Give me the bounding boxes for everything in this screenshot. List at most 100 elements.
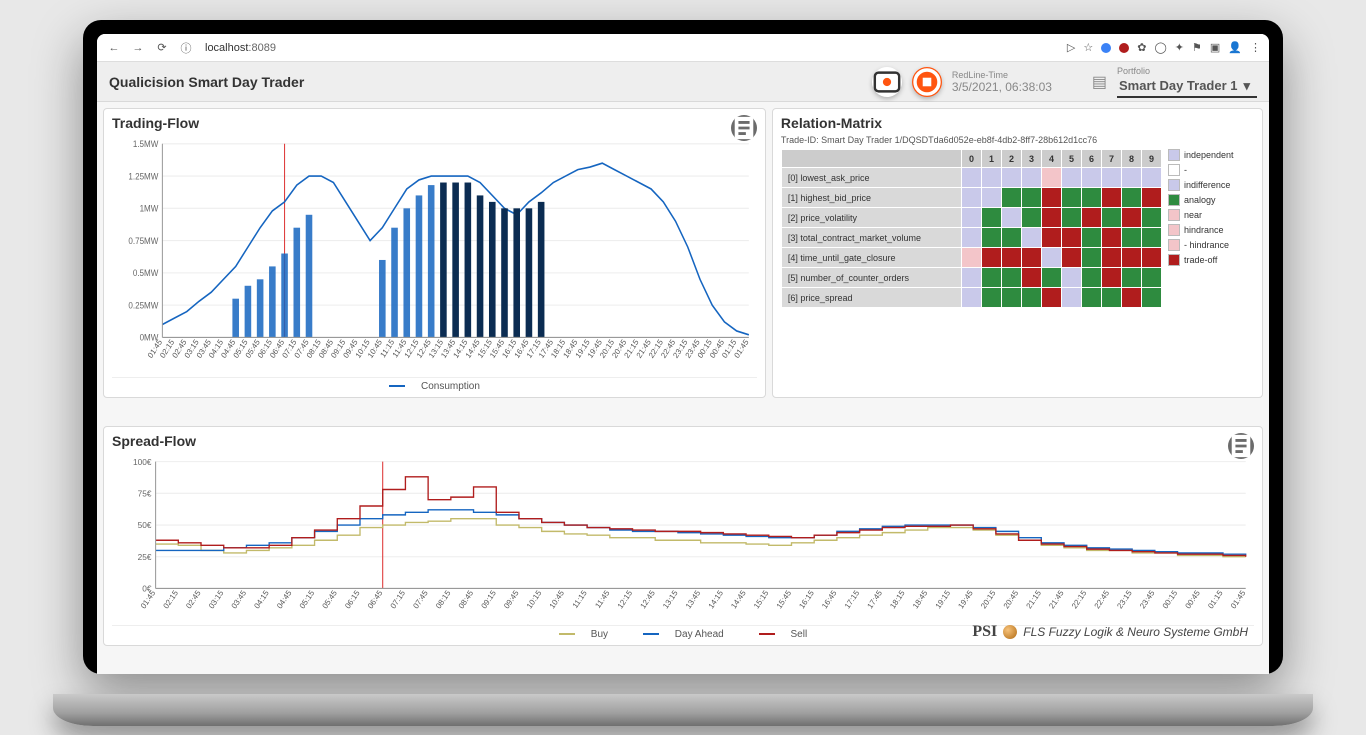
matrix-cell[interactable] (1022, 248, 1042, 268)
calendar-icon[interactable]: ▤ (1092, 72, 1107, 92)
matrix-cell[interactable] (1122, 248, 1142, 268)
matrix-cell[interactable] (962, 268, 982, 288)
matrix-cell[interactable] (1062, 268, 1082, 288)
svg-text:14:45: 14:45 (729, 588, 748, 610)
extension-flag-icon[interactable]: ⚑ (1192, 41, 1202, 54)
matrix-cell[interactable] (1142, 268, 1162, 288)
matrix-cell[interactable] (1142, 228, 1162, 248)
matrix-cell[interactable] (1022, 168, 1042, 188)
back-button[interactable]: ← (105, 39, 123, 57)
portfolio-select[interactable]: Smart Day Trader 1 ▾ (1117, 76, 1257, 98)
matrix-cell[interactable] (1082, 188, 1102, 208)
matrix-cell[interactable] (1102, 188, 1122, 208)
matrix-cell[interactable] (1022, 188, 1042, 208)
matrix-cell[interactable] (1042, 248, 1062, 268)
matrix-cell[interactable] (1082, 228, 1102, 248)
matrix-cell[interactable] (1002, 168, 1022, 188)
matrix-cell[interactable] (1082, 248, 1102, 268)
matrix-cell[interactable] (962, 288, 982, 308)
matrix-cell[interactable] (1002, 208, 1022, 228)
matrix-cell[interactable] (982, 228, 1002, 248)
matrix-cell[interactable] (1022, 288, 1042, 308)
matrix-cell[interactable] (982, 188, 1002, 208)
matrix-cell[interactable] (962, 168, 982, 188)
matrix-cell[interactable] (1102, 248, 1122, 268)
matrix-cell[interactable] (1122, 288, 1142, 308)
matrix-cell[interactable] (1102, 228, 1122, 248)
matrix-cell[interactable] (982, 248, 1002, 268)
extension-red-icon[interactable] (1119, 43, 1129, 53)
matrix-cell[interactable] (1002, 248, 1022, 268)
reload-button[interactable]: ⟳ (153, 39, 171, 57)
extension-gear-icon[interactable]: ✿ (1137, 41, 1146, 54)
matrix-cell[interactable] (962, 248, 982, 268)
matrix-cell[interactable] (1002, 268, 1022, 288)
matrix-cell[interactable] (1022, 228, 1042, 248)
send-icon[interactable]: ▷ (1067, 41, 1075, 54)
matrix-cell[interactable] (1102, 168, 1122, 188)
svg-text:09:15: 09:15 (479, 588, 498, 610)
matrix-cell[interactable] (1002, 188, 1022, 208)
matrix-cell[interactable] (1102, 208, 1122, 228)
extension-cast-icon[interactable]: ▣ (1210, 41, 1220, 54)
trading-flow-export-button[interactable] (731, 115, 757, 141)
legend-day-ahead: Day Ahead (675, 629, 724, 640)
extension-blue-icon[interactable] (1101, 43, 1111, 53)
matrix-cell[interactable] (1142, 248, 1162, 268)
matrix-cell[interactable] (1082, 268, 1102, 288)
matrix-cell[interactable] (1062, 168, 1082, 188)
matrix-cell[interactable] (1062, 248, 1082, 268)
relation-matrix-table-wrap[interactable]: 0123456789[0] lowest_ask_price[1] highes… (781, 149, 1162, 395)
matrix-cell[interactable] (982, 268, 1002, 288)
matrix-cell[interactable] (1022, 268, 1042, 288)
matrix-cell[interactable] (1142, 288, 1162, 308)
matrix-cell[interactable] (1042, 228, 1062, 248)
extension-puzzle-icon[interactable]: ✦ (1175, 41, 1184, 54)
matrix-cell[interactable] (962, 228, 982, 248)
matrix-cell[interactable] (1002, 228, 1022, 248)
matrix-cell[interactable] (1062, 288, 1082, 308)
matrix-cell[interactable] (1062, 228, 1082, 248)
extension-circle-icon[interactable]: ◯ (1154, 41, 1166, 54)
matrix-cell[interactable] (1062, 208, 1082, 228)
matrix-cell[interactable] (1122, 168, 1142, 188)
url-bar[interactable]: localhost:8089 (201, 42, 280, 54)
matrix-cell[interactable] (982, 168, 1002, 188)
matrix-cell[interactable] (1102, 288, 1122, 308)
menu-icon[interactable]: ⋮ (1250, 41, 1261, 54)
matrix-cell[interactable] (1142, 188, 1162, 208)
matrix-cell[interactable] (1042, 288, 1062, 308)
matrix-cell[interactable] (1122, 208, 1142, 228)
star-icon[interactable]: ☆ (1083, 41, 1093, 54)
matrix-cell[interactable] (1122, 228, 1142, 248)
forward-button[interactable]: → (129, 39, 147, 57)
matrix-cell[interactable] (982, 208, 1002, 228)
matrix-cell[interactable] (1082, 168, 1102, 188)
matrix-cell[interactable] (962, 208, 982, 228)
matrix-cell[interactable] (1082, 288, 1102, 308)
matrix-cell[interactable] (1102, 268, 1122, 288)
matrix-cell[interactable] (962, 188, 982, 208)
matrix-cell[interactable] (1042, 168, 1062, 188)
matrix-cell[interactable] (1142, 208, 1162, 228)
relation-legend-item: near (1168, 209, 1254, 221)
svg-text:17:15: 17:15 (843, 588, 862, 610)
matrix-cell[interactable] (1082, 208, 1102, 228)
stop-play-button[interactable] (912, 67, 942, 97)
svg-text:75€: 75€ (138, 488, 152, 498)
matrix-cell[interactable] (1042, 188, 1062, 208)
matrix-cell[interactable] (1122, 188, 1142, 208)
matrix-cell[interactable] (982, 288, 1002, 308)
svg-text:04:45: 04:45 (275, 588, 294, 610)
matrix-cell[interactable] (1042, 208, 1062, 228)
matrix-cell[interactable] (1002, 288, 1022, 308)
matrix-cell[interactable] (1122, 268, 1142, 288)
info-icon[interactable]: ⓘ (177, 39, 195, 57)
matrix-cell[interactable] (1022, 208, 1042, 228)
spread-flow-export-button[interactable] (1228, 433, 1254, 459)
matrix-cell[interactable] (1042, 268, 1062, 288)
record-button[interactable] (872, 67, 902, 97)
matrix-cell[interactable] (1142, 168, 1162, 188)
account-icon[interactable]: 👤 (1228, 41, 1242, 54)
matrix-cell[interactable] (1062, 188, 1082, 208)
